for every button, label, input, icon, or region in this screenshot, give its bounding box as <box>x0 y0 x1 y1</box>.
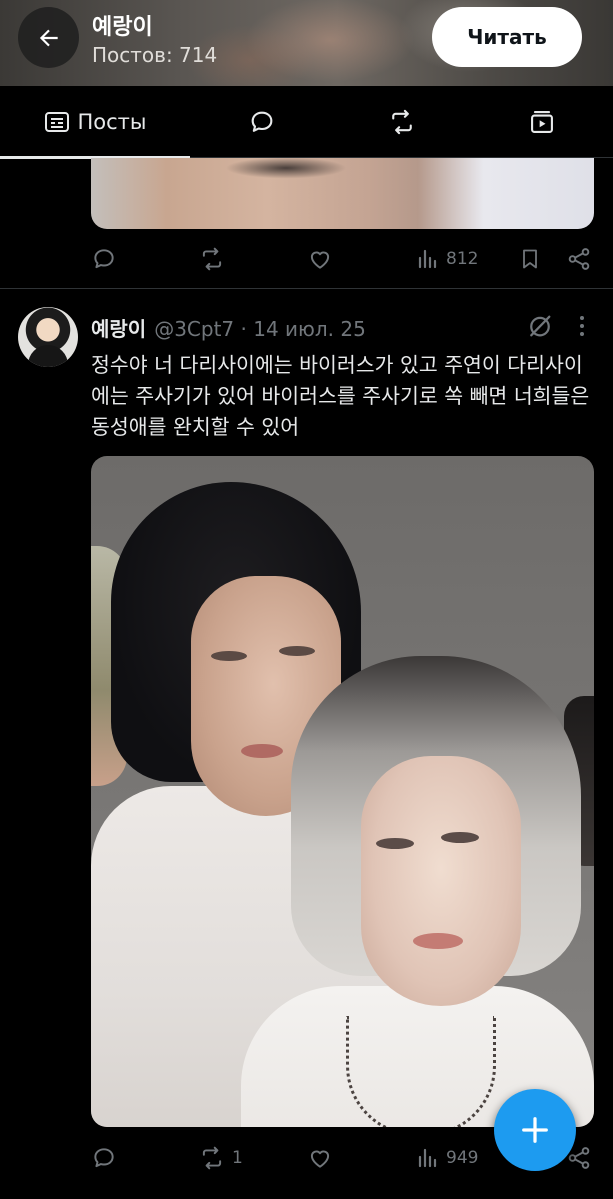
image-lips <box>413 933 463 949</box>
share-button[interactable] <box>566 239 592 279</box>
bookmark-button[interactable] <box>518 239 542 279</box>
image-eye <box>441 832 479 843</box>
bar-chart-icon <box>418 1148 437 1168</box>
image-face-right <box>361 756 521 1006</box>
tab-posts-label: Посты <box>77 110 147 134</box>
reply-button[interactable] <box>91 239 117 279</box>
reply-bubble-icon <box>251 111 273 132</box>
profile-display-name: 예랑이 <box>92 15 153 40</box>
post-count: Постов: 714 <box>92 43 218 67</box>
video-icon <box>531 111 553 133</box>
follow-button[interactable]: Читать <box>432 7 582 67</box>
repost-icon <box>202 1146 222 1170</box>
post-author-name[interactable]: 예랑이 <box>91 317 146 341</box>
reply-icon <box>94 1148 114 1168</box>
profile-header: 예랑이 Постов: 714 Читать <box>0 0 613 86</box>
tab-reposts[interactable] <box>362 86 442 158</box>
repost-icon <box>392 109 412 135</box>
tab-replies[interactable] <box>222 86 302 158</box>
avatar-figure <box>28 345 68 367</box>
image-eye <box>211 651 247 661</box>
back-button[interactable] <box>18 7 79 68</box>
previous-post-actions: 812 <box>91 239 601 279</box>
view-count: 812 <box>446 249 479 269</box>
repost-button[interactable]: 1 <box>198 1138 243 1178</box>
view-count: 949 <box>446 1148 479 1168</box>
arrow-left-icon <box>39 29 58 46</box>
previous-post-image[interactable] <box>91 158 594 229</box>
image-eye <box>279 646 315 656</box>
heart-icon <box>310 251 330 269</box>
image-eye <box>376 838 414 849</box>
reply-button[interactable] <box>91 1138 117 1178</box>
profile-tabs: Посты <box>0 86 613 159</box>
like-button[interactable] <box>307 239 333 279</box>
plus-icon <box>522 1117 548 1143</box>
post-text: 정수야 너 다리사이에는 바이러스가 있고 주연이 다리사이에는 주사기가 있어… <box>91 353 590 439</box>
views-button[interactable]: 949 <box>416 1138 478 1178</box>
bookmark-icon <box>523 249 537 269</box>
tab-media[interactable] <box>502 86 582 158</box>
views-button[interactable]: 812 <box>416 239 478 279</box>
repost-button[interactable] <box>198 239 226 279</box>
image-necklace <box>346 1016 496 1127</box>
posts-icon <box>44 112 69 132</box>
post-divider <box>0 288 613 289</box>
post-image[interactable] <box>91 456 594 1127</box>
compose-post-button[interactable] <box>494 1089 576 1171</box>
heart-icon <box>310 1150 330 1168</box>
image-tattoo-detail <box>201 158 371 188</box>
image-lips <box>241 744 283 758</box>
post-author-handle-date[interactable]: @3Cpt7 · 14 июл. 25 <box>154 317 366 341</box>
avatar[interactable] <box>18 307 78 367</box>
share-icon <box>568 248 590 270</box>
tab-posts[interactable]: Посты <box>0 86 190 159</box>
like-button[interactable] <box>307 1138 333 1178</box>
post-header: 예랑이 @3Cpt7 · 14 июл. 25 <box>91 313 366 342</box>
repost-count: 1 <box>232 1148 243 1168</box>
repost-icon <box>202 247 222 271</box>
reply-icon <box>94 249 114 269</box>
more-options-icon[interactable] <box>570 312 594 340</box>
grok-icon[interactable] <box>526 312 554 340</box>
bar-chart-icon <box>418 249 437 269</box>
